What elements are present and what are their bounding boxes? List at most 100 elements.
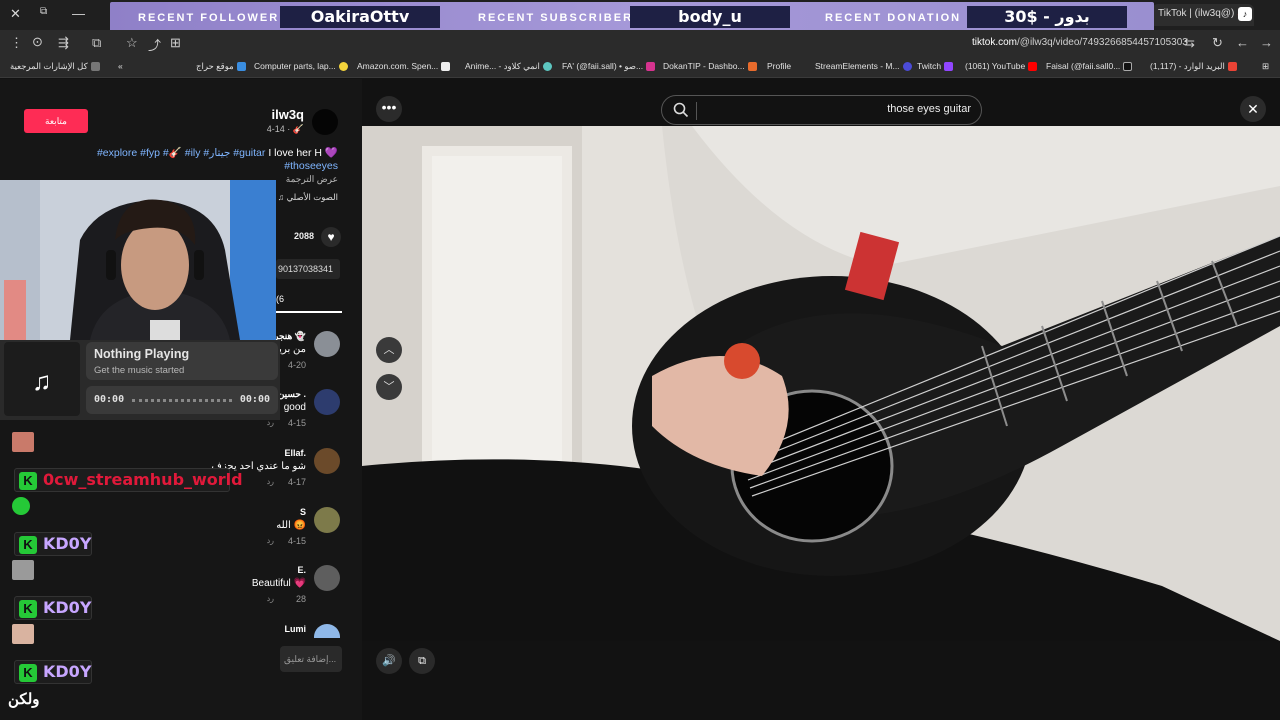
comment-avatar[interactable] (314, 565, 340, 591)
url-host: tiktok.com (972, 37, 1018, 48)
comment-item: S الله 😡 4-15 رد (250, 507, 342, 547)
comment-avatar[interactable] (314, 389, 340, 415)
video-player[interactable] (362, 126, 1280, 641)
chat-username: 0cw_streamhub_world (43, 470, 243, 489)
filter-icon[interactable]: ⇶ (58, 35, 69, 51)
apps-grid-icon[interactable]: ⊞ (1262, 61, 1269, 72)
more-options-button[interactable]: ••• (376, 96, 402, 122)
caption-hashtag-thoseeyes[interactable]: #thoseeyes (284, 160, 338, 172)
kick-icon: K (19, 472, 37, 490)
comment-author[interactable]: حسين . (278, 389, 306, 400)
recent-subscriber-value: body_u (630, 6, 790, 28)
forward-icon[interactable]: ← (1236, 35, 1249, 50)
follow-button[interactable]: متابعة (24, 109, 88, 133)
comment-text: good (283, 402, 306, 413)
recent-donation-value: 30$ - بدور (967, 6, 1127, 28)
streamelements-icon (902, 62, 912, 72)
music-widget: ♫ Nothing Playing Get the music started … (0, 340, 280, 420)
next-video-button[interactable]: ﹀ (376, 374, 402, 400)
kick-icon: K (19, 664, 37, 682)
bookmark-computer-parts[interactable]: Computer parts, lap... (254, 61, 348, 72)
comment-author[interactable]: S (300, 507, 306, 517)
music-progress-track (132, 399, 232, 402)
volume-icon[interactable]: 🔊 (376, 648, 402, 674)
search-divider (696, 102, 697, 120)
previous-video-button[interactable]: ︿ (376, 337, 402, 363)
music-title: Nothing Playing (94, 347, 190, 361)
url-field[interactable]: tiktok.com/@ilw3q/video/7493266854457105… (972, 37, 1188, 48)
chat-message: K KD0Y (14, 596, 92, 620)
comment-input[interactable]: إضافة تعليق... (280, 646, 342, 672)
share-icon[interactable]: ⤴ (148, 35, 161, 54)
author-username[interactable]: ilw3q (258, 107, 304, 122)
music-time-current: 00:00 (94, 394, 125, 405)
bookmark-haraj[interactable]: موقع حراج (196, 61, 246, 72)
close-icon[interactable]: ✕ (10, 6, 21, 22)
tiktok-favicon-icon: ♪ (1238, 7, 1252, 21)
comment-avatar[interactable] (314, 331, 340, 357)
bookmark-streamelements[interactable]: StreamElements - M... (815, 61, 912, 72)
bookmark-twitch[interactable]: Twitch (917, 61, 954, 72)
record-icon[interactable]: ⊙ (32, 34, 43, 50)
comment-item: Ellaf. شو ما عندي احد يحزف 4-17 رد (212, 448, 342, 488)
chat-avatar (12, 432, 34, 452)
chat-message: K KD0Y (14, 660, 92, 684)
caption-text: I love her H 💜 (268, 147, 338, 159)
caption-hashtags[interactable]: #explore #fyp #🎸 #ily #جيتار #guitar (97, 147, 265, 159)
comment-avatar[interactable] (314, 507, 340, 533)
chat-username: KD0Y (43, 662, 92, 681)
back-icon[interactable]: → (1260, 35, 1273, 50)
like-count: 2088 (294, 231, 315, 241)
bookmark-instagram[interactable]: FA' (@faii.sall) • صو... (562, 61, 656, 72)
restore-icon[interactable]: ⧉ (40, 6, 47, 17)
music-info: Nothing Playing Get the music started (86, 342, 278, 380)
comments-tab-underline (276, 311, 342, 313)
bookmark-tiktok[interactable]: Faisal (@faii.sall0... (1046, 61, 1133, 72)
author-avatar[interactable] (312, 109, 338, 135)
bookmark-youtube[interactable]: (1061) YouTube (965, 61, 1038, 72)
bookmark-star-icon[interactable]: ☆ (126, 35, 138, 51)
bookmark-profile[interactable]: Profile (767, 61, 791, 71)
bookmark-amazon[interactable]: Amazon.com. Spen... (357, 61, 451, 72)
amazon-icon (441, 62, 451, 72)
chevron-left-icon[interactable]: « (118, 61, 123, 71)
reload-icon[interactable]: ↻ (1212, 35, 1223, 51)
comments-tab-count[interactable]: (6 (276, 294, 284, 304)
comment-author[interactable]: Lumi (285, 624, 307, 634)
heart-icon[interactable]: ♥ (321, 227, 341, 247)
music-time-total: 00:00 (239, 394, 270, 405)
comment-author[interactable]: Ellaf. (284, 448, 306, 458)
bookmark-all[interactable]: كل الإشارات المرجعية (10, 61, 100, 72)
menu-dots-icon[interactable]: ⋮ (10, 35, 23, 51)
original-sound-link[interactable]: ♫ الصوت الأصلي (278, 192, 338, 203)
comment-author[interactable]: E. (297, 565, 306, 575)
minimize-icon[interactable]: — (72, 6, 85, 21)
kick-icon: K (19, 600, 37, 618)
chat-message: K KD0Y (14, 532, 92, 556)
extensions-icon[interactable]: ⧉ (92, 35, 101, 51)
post-date: 4-14 · 🎸 (266, 124, 304, 134)
chat-username: KD0Y (43, 534, 92, 553)
picture-in-picture-icon[interactable]: ⧉ (409, 648, 435, 674)
reply-link[interactable]: رد (267, 536, 274, 545)
folder-icon (90, 62, 100, 72)
bookmark-gmail[interactable]: (1,117) - البريد الوارد (1150, 61, 1237, 72)
recent-subscriber-label: RECENT SUBSCRIBER (478, 12, 634, 24)
tiktok-icon (1123, 62, 1133, 72)
comment-avatar[interactable] (314, 448, 340, 474)
comment-date: 4-15 (287, 536, 306, 546)
translate-link[interactable]: عرض الترجمة (286, 174, 338, 185)
reply-link[interactable]: رد (267, 594, 274, 603)
tune-icon[interactable]: ⇆ (1184, 35, 1195, 51)
search-icon[interactable] (672, 101, 690, 119)
search-bar[interactable]: those eyes guitar (661, 95, 982, 125)
copy-link-field[interactable]: 90137038341 (276, 259, 340, 279)
bookmark-anime[interactable]: Anime... - انمي كلاود (465, 61, 552, 72)
install-icon[interactable]: ⊞ (170, 35, 181, 51)
reply-link[interactable]: رد (267, 477, 274, 486)
chat-avatar (12, 560, 34, 580)
bookmark-dokantip[interactable]: DokanTIP - Dashbo... (663, 61, 757, 72)
webcam-feed (0, 180, 276, 340)
comment-avatar[interactable] (314, 624, 340, 638)
close-video-button[interactable]: ✕ (1240, 96, 1266, 122)
